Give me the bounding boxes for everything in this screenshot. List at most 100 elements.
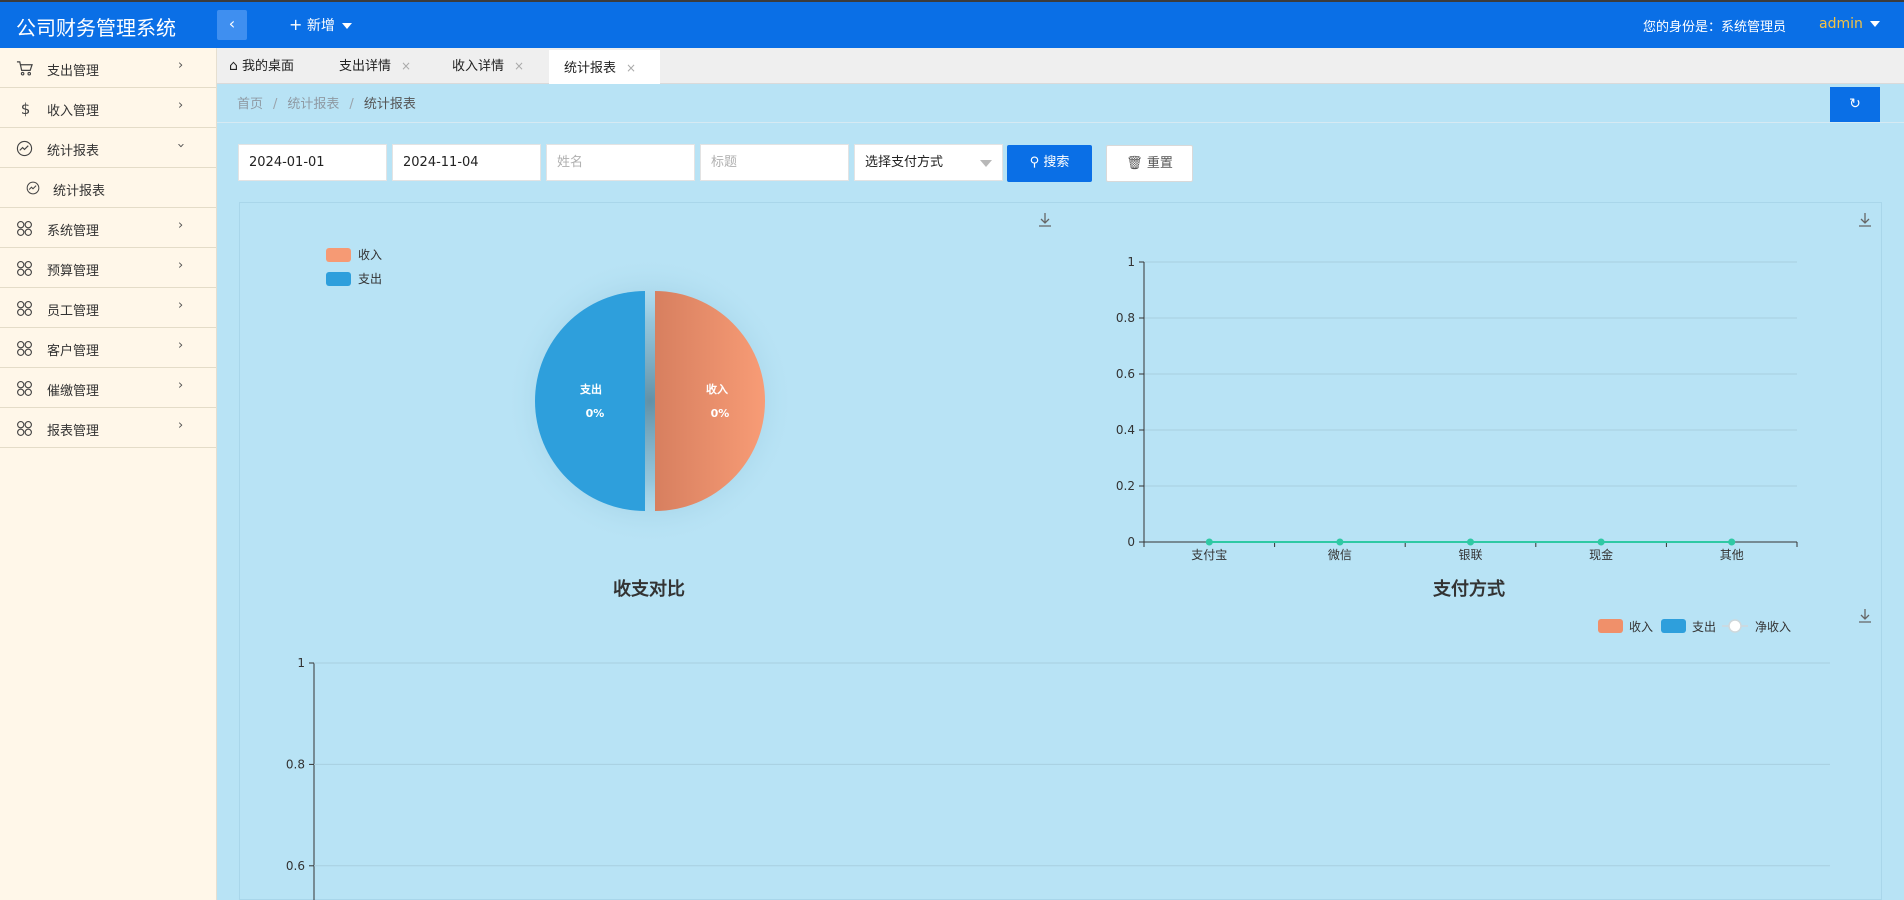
refresh-icon: ↻ [1849, 96, 1861, 112]
search-label: 搜索 [1043, 155, 1070, 170]
sidebar-item-expense[interactable]: 支出管理 › [0, 48, 216, 88]
sidebar-item-label: 系统管理 [47, 224, 100, 239]
sidebar-item-income[interactable]: $ 收入管理 › [0, 88, 216, 128]
y-tick-label: 0.6 [1116, 367, 1135, 381]
divider [217, 122, 1904, 123]
sidebar-item-label: 统计报表 [47, 144, 100, 159]
breadcrumb-separator: / [273, 97, 278, 112]
chevron-right-icon: › [178, 218, 184, 233]
data-point[interactable] [1728, 538, 1736, 546]
main-content: 首页 / 统计报表 / 统计报表 ↻ 2024-01-01 2024-11-04 姓名 … [217, 84, 1904, 900]
sidebar-item-customer[interactable]: 客户管理 › [0, 328, 216, 368]
legend-label-expense[interactable]: 支出 [358, 272, 382, 286]
tab-label: 收入详情 [452, 59, 505, 74]
start-date-input[interactable]: 2024-01-01 [238, 144, 387, 181]
tab-label: 支出详情 [339, 59, 392, 74]
breadcrumb-separator: / [349, 97, 354, 112]
name-input[interactable]: 姓名 [546, 144, 695, 181]
caret-down-icon [980, 160, 992, 167]
close-icon[interactable]: × [626, 61, 636, 75]
data-point[interactable] [1336, 538, 1344, 546]
y-tick-label: 0.8 [286, 757, 305, 771]
sidebar-item-collection[interactable]: 催缴管理 › [0, 368, 216, 408]
tab-label: 统计报表 [564, 61, 617, 76]
legend-label-income[interactable]: 收入 [358, 248, 382, 262]
sidebar-item-label: 报表管理 [47, 424, 100, 439]
pie-value-income: 0% [711, 407, 730, 420]
end-date-input[interactable]: 2024-11-04 [392, 144, 541, 181]
close-icon[interactable]: × [514, 59, 524, 73]
data-point[interactable] [1467, 538, 1474, 546]
chevron-right-icon: › [178, 338, 184, 353]
grid-icon [17, 381, 32, 396]
breadcrumb-home[interactable]: 首页 [237, 97, 263, 112]
chevron-down-icon: › [173, 142, 189, 149]
add-new-label: 新增 [306, 18, 335, 34]
cart-icon [16, 61, 33, 76]
legend-label-expense[interactable]: 支出 [1692, 620, 1716, 634]
top-bar: 公司财务管理系统 ‹ + 新增 您的身份是：系统管理员 admin [0, 0, 1904, 48]
add-new-dropdown[interactable]: + 新增 [289, 15, 353, 35]
legend-swatch-income[interactable] [326, 248, 351, 262]
reset-label: 重置 [1146, 156, 1173, 171]
breadcrumb-parent[interactable]: 统计报表 [287, 97, 339, 112]
x-tick-label: 其他 [1720, 548, 1744, 562]
sidebar-item-label: 客户管理 [47, 344, 100, 359]
sidebar-item-budget[interactable]: 预算管理 › [0, 248, 216, 288]
bar-chart: 收入 支出 净收入 1 0.8 0.6 [286, 609, 1871, 900]
tab-bar: ⌂ 我的桌面 支出详情 × 收入详情 × 统计报表 × [217, 48, 1904, 84]
chevron-right-icon: › [178, 378, 184, 393]
tab-statistics[interactable]: 统计报表 × [549, 50, 660, 84]
grid-icon [17, 301, 32, 316]
grid-icon [17, 421, 32, 436]
download-icon[interactable] [1859, 213, 1871, 227]
refresh-button[interactable]: ↻ [1830, 87, 1880, 123]
payment-method-value: 选择支付方式 [865, 155, 944, 170]
sidebar-item-statistics[interactable]: 统计报表 › [0, 128, 216, 168]
payment-method-select[interactable]: 选择支付方式 [854, 144, 1003, 181]
legend-swatch-expense[interactable] [326, 272, 351, 286]
x-tick-label: 现金 [1589, 547, 1613, 562]
chevron-right-icon: › [178, 298, 184, 313]
sidebar-item-system[interactable]: 系统管理 › [0, 208, 216, 248]
plus-icon: + [289, 15, 303, 34]
y-tick-label: 0 [1127, 535, 1135, 549]
breadcrumb: 首页 / 统计报表 / 统计报表 [237, 93, 416, 112]
tab-income-detail[interactable]: 收入详情 × [452, 50, 548, 84]
username: admin [1819, 16, 1863, 32]
sidebar-item-report[interactable]: 报表管理 › [0, 408, 216, 448]
charts-canvas: 支出 0% 收入 0% 收入 支出 收支对比 支付方式 00.20.40.60.… [286, 213, 1871, 900]
search-button[interactable]: ⚲ 搜索 [1007, 145, 1092, 182]
dollar-icon: $ [21, 100, 31, 117]
collapse-sidebar-button[interactable]: ‹ [217, 10, 247, 40]
sidebar-item-employee[interactable]: 员工管理 › [0, 288, 216, 328]
user-menu[interactable]: admin [1819, 16, 1881, 32]
y-tick-label: 1 [297, 656, 305, 670]
download-icon[interactable] [1039, 213, 1051, 227]
data-point[interactable] [1597, 538, 1605, 546]
app-title: 公司财务管理系统 [16, 16, 176, 40]
tab-desktop[interactable]: ⌂ 我的桌面 [229, 50, 329, 84]
data-point[interactable] [1205, 538, 1213, 546]
legend-swatch-expense[interactable] [1661, 619, 1686, 633]
svg-text:$: $ [21, 100, 31, 117]
pie-chart-title: 收支对比 [613, 578, 685, 600]
tab-expense-detail[interactable]: 支出详情 × [339, 50, 435, 84]
legend-marker-net[interactable] [1728, 619, 1742, 633]
pie-label-expense: 支出 [579, 382, 602, 396]
reset-button[interactable]: 🗑 重置 [1106, 145, 1193, 182]
legend-label-net[interactable]: 净收入 [1755, 620, 1791, 634]
sidebar: 支出管理 › $ 收入管理 › 统计报表 › 统计报表 系统管理 › 预算管理 … [0, 48, 217, 900]
chevron-right-icon: › [178, 418, 184, 433]
sidebar-item-label: 支出管理 [47, 64, 100, 79]
pie-label-income: 收入 [706, 382, 728, 396]
chevron-right-icon: › [178, 98, 184, 113]
close-icon[interactable]: × [401, 59, 411, 73]
home-icon: ⌂ [229, 58, 238, 74]
legend-label-income[interactable]: 收入 [1629, 620, 1653, 634]
download-icon[interactable] [1859, 609, 1871, 623]
sidebar-subitem-statistics[interactable]: 统计报表 [0, 168, 216, 208]
title-input[interactable]: 标题 [700, 144, 849, 181]
legend-swatch-income[interactable] [1598, 619, 1623, 633]
search-icon: ⚲ [1029, 155, 1040, 170]
